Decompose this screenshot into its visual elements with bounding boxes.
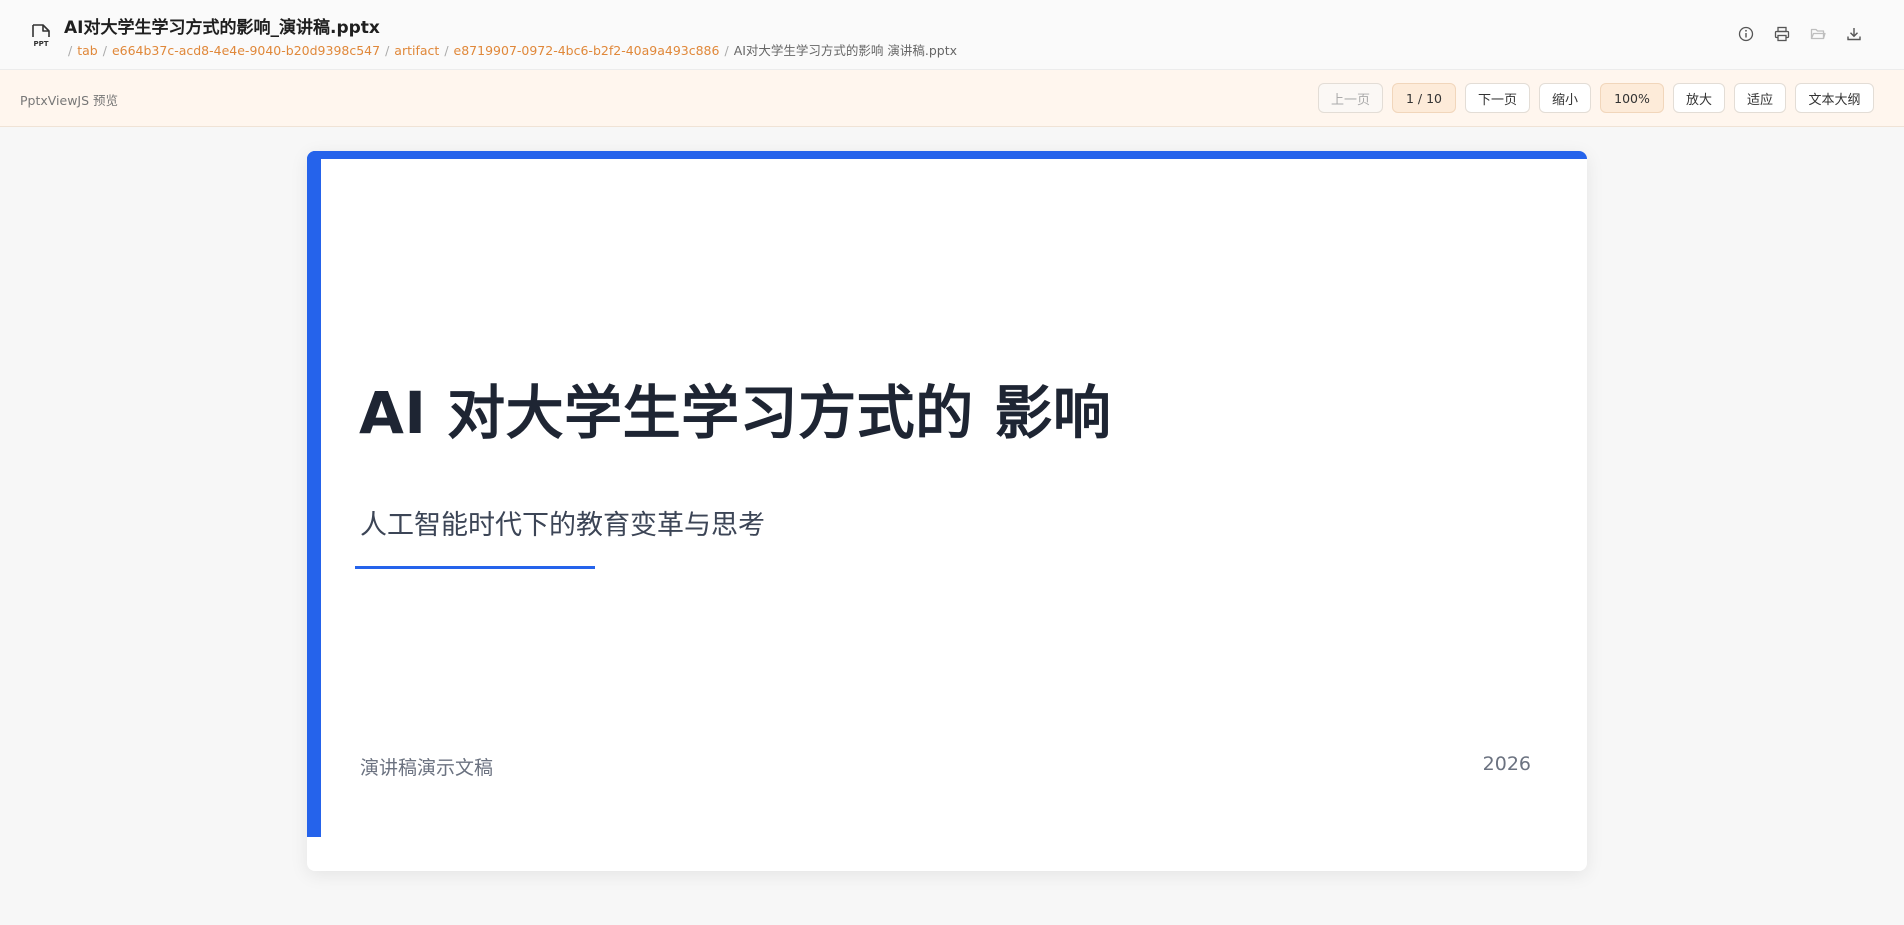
open-folder-button[interactable] bbox=[1808, 24, 1828, 44]
breadcrumb-item-tab-id[interactable]: e664b37c-acd8-4e4e-9040-b20d9398c547 bbox=[112, 43, 380, 58]
slide-stage: AI 对大学生学习方式的 影响 人工智能时代下的教育变革与思考 演讲稿演示文稿 … bbox=[0, 127, 1904, 925]
viewer-label: PptxViewJS 预览 bbox=[20, 93, 119, 108]
slide-divider bbox=[355, 566, 595, 569]
breadcrumb-separator: / bbox=[724, 43, 729, 58]
breadcrumb-separator: / bbox=[444, 43, 449, 58]
breadcrumb-item-artifact-id[interactable]: e8719907-0972-4bc6-b2f2-40a9a493c886 bbox=[454, 43, 720, 58]
download-icon bbox=[1847, 28, 1861, 41]
breadcrumb-item-current: AI对大学生学习方式的影响 演讲稿.pptx bbox=[733, 43, 958, 58]
slide-left-accent-bar bbox=[307, 151, 321, 837]
next-page-button[interactable]: 下一页 bbox=[1465, 83, 1530, 113]
page-indicator: 1 / 10 bbox=[1392, 83, 1456, 113]
print-icon bbox=[1774, 26, 1790, 42]
pptx-file-icon: PPT bbox=[30, 24, 52, 48]
breadcrumb-separator: / bbox=[68, 43, 73, 58]
breadcrumb: / tab / e664b37c-acd8-4e4e-9040-b20d9398c54… bbox=[68, 40, 957, 59]
fit-button[interactable]: 适应 bbox=[1734, 83, 1786, 113]
breadcrumb-item-tab[interactable]: tab bbox=[77, 43, 98, 58]
folder-open-icon bbox=[1810, 28, 1826, 40]
zoom-out-button[interactable]: 缩小 bbox=[1539, 83, 1591, 113]
title-bar: PPT AI对大学生学习方式的影响_演讲稿.pptx / tab / e664b37c… bbox=[0, 0, 1904, 70]
slide-subtitle: 人工智能时代下的教育变革与思考 bbox=[360, 510, 765, 541]
info-button[interactable] bbox=[1736, 24, 1756, 44]
title-actions bbox=[1736, 24, 1864, 44]
slide-top-accent-bar bbox=[307, 151, 1587, 159]
print-button[interactable] bbox=[1772, 24, 1792, 44]
slide: AI 对大学生学习方式的 影响 人工智能时代下的教育变革与思考 演讲稿演示文稿 … bbox=[307, 151, 1587, 871]
download-button[interactable] bbox=[1844, 24, 1864, 44]
breadcrumb-item-artifact[interactable]: artifact bbox=[394, 43, 439, 58]
slide-footer-left: 演讲稿演示文稿 bbox=[360, 757, 494, 779]
file-name: AI对大学生学习方式的影响_演讲稿.pptx bbox=[64, 18, 380, 38]
breadcrumb-separator: / bbox=[102, 43, 107, 58]
zoom-in-button[interactable]: 放大 bbox=[1673, 83, 1725, 113]
prev-page-button[interactable]: 上一页 bbox=[1318, 83, 1383, 113]
info-icon bbox=[1738, 26, 1754, 42]
viewer-toolbar: PptxViewJS 预览 上一页 1 / 10 下一页 缩小 100% 放大 … bbox=[0, 70, 1904, 127]
slide-footer-year: 2026 bbox=[1482, 753, 1531, 775]
toolbar-buttons: 上一页 1 / 10 下一页 缩小 100% 放大 适应 文本大纲 bbox=[1318, 83, 1874, 113]
slide-title: AI 对大学生学习方式的 影响 bbox=[359, 379, 1112, 447]
zoom-level: 100% bbox=[1600, 83, 1664, 113]
breadcrumb-separator: / bbox=[385, 43, 390, 58]
file-icon-text: PPT bbox=[33, 40, 48, 48]
text-outline-button[interactable]: 文本大纲 bbox=[1795, 83, 1874, 113]
